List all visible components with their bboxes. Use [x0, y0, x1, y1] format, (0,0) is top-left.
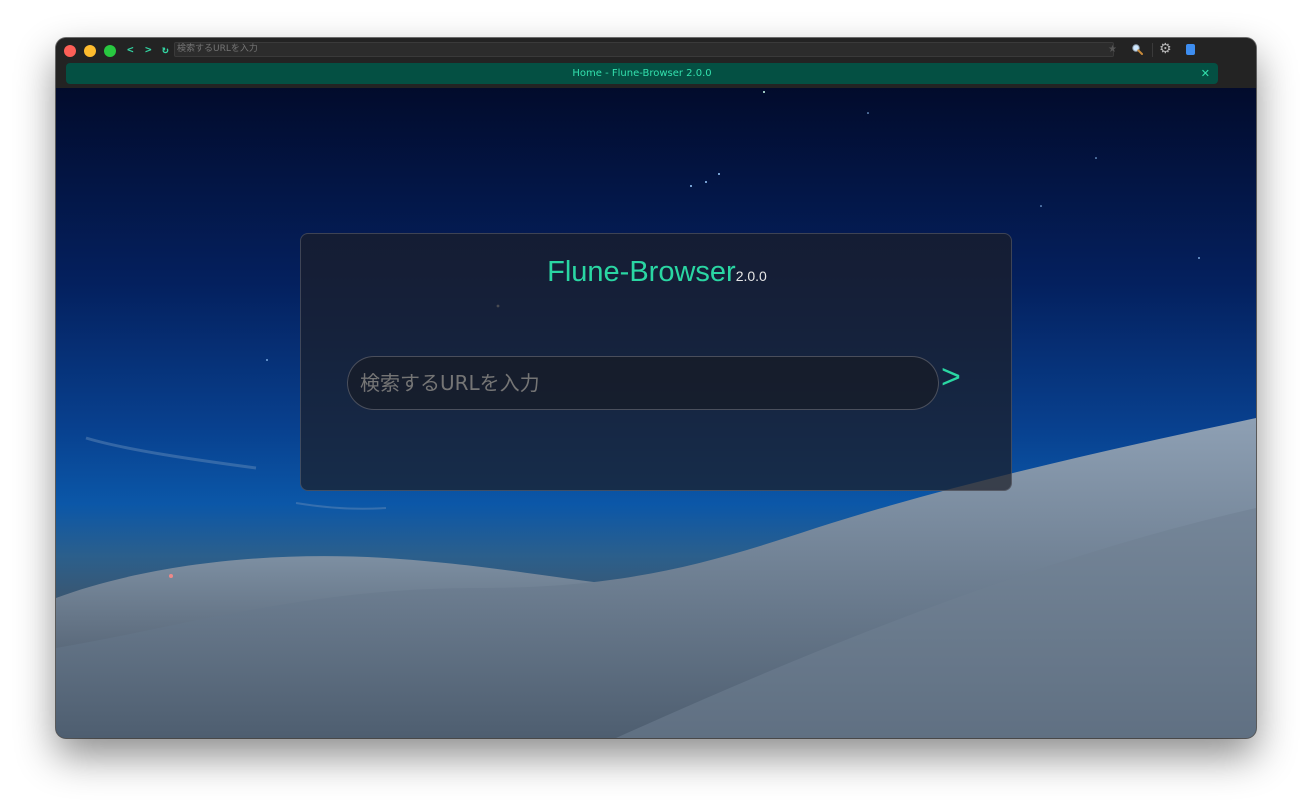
- address-bar[interactable]: [174, 42, 1114, 57]
- brand-title: Flune-Browser2.0.0: [301, 256, 1013, 289]
- gear-icon[interactable]: ⚙: [1159, 41, 1172, 57]
- title-bar: < > ↻ ★ ⚙: [56, 38, 1256, 62]
- home-search-input[interactable]: [347, 356, 939, 410]
- page-content: Flune-Browser2.0.0 >: [56, 88, 1256, 738]
- back-button[interactable]: <: [127, 42, 134, 58]
- version-label: 2.0.0: [735, 268, 767, 284]
- home-panel: Flune-Browser2.0.0 >: [300, 233, 1012, 491]
- close-window-button[interactable]: [64, 45, 76, 57]
- brand-name: Flune-Browser: [547, 256, 736, 288]
- maximize-window-button[interactable]: [104, 45, 116, 57]
- go-button[interactable]: >: [941, 352, 961, 402]
- tab-home[interactable]: Home - Flune-Browser 2.0.0 ✕: [66, 63, 1218, 84]
- tab-title: Home - Flune-Browser 2.0.0: [572, 68, 712, 79]
- browser-window: < > ↻ ★ ⚙ Home - Flune-Browser 2.0.0 ✕ +: [56, 38, 1256, 738]
- tab-bar: Home - Flune-Browser 2.0.0 ✕ +: [56, 62, 1256, 104]
- tab-close-icon[interactable]: ✕: [1201, 63, 1210, 84]
- toolbar-divider: [1152, 43, 1153, 57]
- reload-button[interactable]: ↻: [162, 42, 169, 58]
- bookmark-star-icon[interactable]: ★: [1108, 44, 1117, 55]
- minimize-window-button[interactable]: [84, 45, 96, 57]
- forward-button[interactable]: >: [145, 42, 152, 58]
- book-icon[interactable]: [1186, 44, 1195, 55]
- magnifier-icon[interactable]: [1131, 43, 1143, 55]
